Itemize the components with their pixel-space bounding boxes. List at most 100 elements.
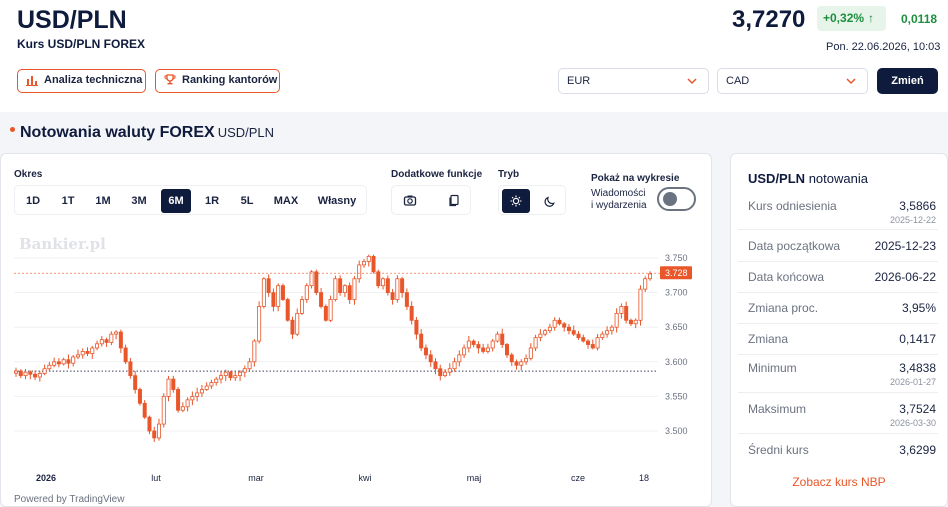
exchange-ranking-button[interactable]: Ranking kantorów (155, 69, 280, 93)
candle-body (562, 323, 567, 328)
divider (738, 261, 938, 262)
technical-analysis-button[interactable]: Analiza techniczna (17, 69, 146, 93)
candle-body (538, 333, 543, 338)
candle-body (462, 347, 467, 356)
candle-body (37, 373, 42, 378)
candle-body (519, 361, 524, 366)
stat-label: Minimum (748, 361, 797, 375)
candle-body (214, 378, 219, 383)
candle-body (323, 306, 328, 321)
candle-body (590, 344, 595, 349)
currency-to-value: CAD (726, 75, 750, 87)
candle-body (56, 361, 61, 365)
candle-body (466, 340, 471, 349)
bullet-icon (10, 127, 15, 133)
stat-label: Data początkowa (748, 239, 841, 253)
candle-body (352, 278, 357, 300)
currency-to-select[interactable]: CAD (717, 68, 868, 94)
quote-datetime: Pon. 22.06.2026, 10:03 (826, 41, 941, 53)
candle-body (357, 264, 362, 280)
candle-body (33, 373, 38, 378)
candle-body (547, 326, 552, 332)
period-6m[interactable]: 6M (161, 189, 191, 213)
candle-body (319, 292, 324, 307)
candlestick-chart[interactable]: 3.750 3.700 3.650 3.600 3.550 3.500 3.728 2026 l… (0, 230, 712, 492)
news-label-line1: Wiadomości (591, 188, 646, 199)
x-tick-label: cze (571, 473, 585, 483)
show-on-chart-label: Pokaż na wykresie (591, 173, 680, 184)
stat-value: 3,5866 (899, 199, 936, 213)
x-tick-label: maj (467, 473, 482, 483)
candle-body (180, 406, 185, 411)
sun-icon[interactable] (502, 189, 530, 213)
trophy-icon (164, 70, 176, 97)
period-5l[interactable]: 5L (233, 189, 261, 213)
moon-icon[interactable] (536, 189, 564, 213)
candle-body (619, 306, 624, 314)
candle-body (257, 306, 262, 342)
candle-body (571, 330, 576, 335)
x-tick-label: lut (151, 473, 161, 483)
period-1m[interactable]: 1M (89, 189, 117, 213)
y-tick-label: 3.600 (665, 357, 688, 367)
candle-body (18, 370, 23, 377)
change-absolute: 0,0118 (901, 12, 938, 26)
current-price: 3,7270 (732, 6, 806, 33)
stat-label: Zmiana proc. (748, 301, 819, 315)
camera-icon[interactable] (396, 189, 424, 213)
candle-body (271, 292, 276, 307)
candle-body (290, 319, 295, 335)
period-custom[interactable]: Własny (311, 189, 363, 213)
candle-body (395, 278, 400, 300)
currency-from-select[interactable]: EUR (558, 68, 709, 94)
period-1t[interactable]: 1T (54, 189, 82, 213)
period-1d[interactable]: 1D (19, 189, 47, 213)
candle-body (71, 356, 76, 364)
candle-body (409, 306, 414, 321)
candle-body (204, 385, 209, 390)
candle-body (261, 278, 266, 307)
candle-body (13, 370, 18, 374)
pair-title: USD/PLN (17, 6, 127, 34)
candle-body (643, 278, 648, 290)
candle-body (400, 278, 405, 293)
stats-title: USD/PLN notowania (748, 171, 868, 186)
period-1r[interactable]: 1R (198, 189, 226, 213)
candle-body (75, 354, 80, 358)
candle-body (347, 285, 352, 300)
period-label: Okres (14, 169, 43, 180)
change-currency-button[interactable]: Zmień (877, 68, 938, 94)
arrow-up-icon: ↑ (868, 11, 875, 25)
stat-value: 2026-06-22 (874, 270, 936, 284)
news-toggle[interactable] (657, 187, 696, 211)
candle-body (371, 255, 376, 273)
change-percent: +0,32% (823, 11, 865, 25)
candle-body (624, 306, 629, 321)
news-label-line2: i wydarzenia (591, 200, 647, 211)
candle-body (443, 371, 448, 377)
candle-body (195, 392, 200, 397)
exchange-ranking-label: Ranking kantorów (182, 74, 278, 86)
divider (738, 292, 938, 293)
candle-body (423, 347, 428, 356)
copy-icon[interactable] (440, 189, 468, 213)
period-max[interactable]: MAX (269, 189, 303, 213)
candle-body (609, 326, 614, 332)
candle-body (242, 368, 247, 373)
candle-body (452, 361, 457, 370)
powered-by: Powered by TradingView (14, 494, 125, 505)
divider (738, 354, 938, 355)
stat-value: 0,1417 (899, 332, 936, 346)
nbp-rate-link[interactable]: Zobacz kurs NBP (730, 475, 948, 489)
stat-value: 3,4838 (899, 361, 936, 375)
period-3m[interactable]: 3M (125, 189, 153, 213)
chevron-down-icon (686, 69, 698, 101)
candle-body (476, 344, 481, 349)
candle-body (99, 339, 104, 345)
candle-body (528, 347, 533, 359)
candle-body (543, 330, 548, 335)
mode-label: Tryb (498, 169, 520, 180)
candle-body (23, 371, 28, 377)
stat-label: Data końcowa (748, 270, 825, 284)
stat-label: Maksimum (748, 402, 807, 416)
